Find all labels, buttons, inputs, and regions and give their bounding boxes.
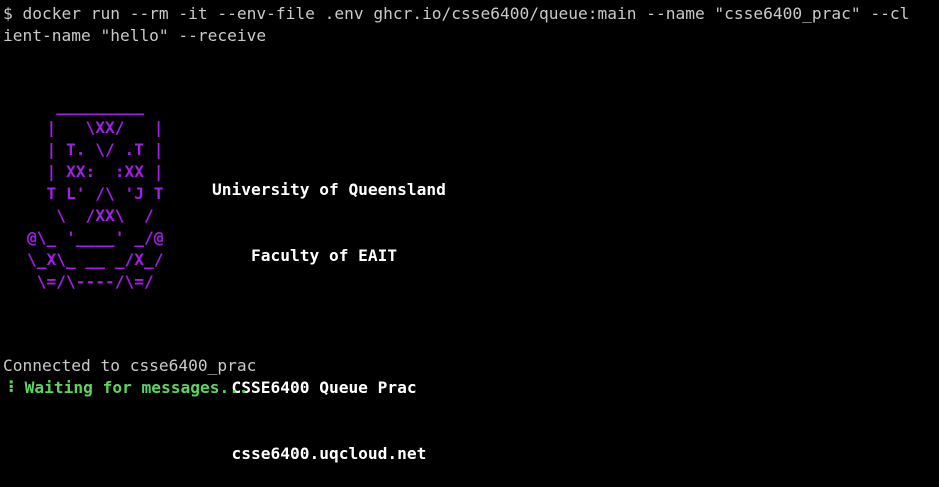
faculty-name: Faculty of EAIT bbox=[212, 246, 398, 265]
logo-line: _________ bbox=[27, 96, 144, 115]
logo-line: @\_ '____' _/@ bbox=[27, 228, 164, 247]
spinner-icon: ⠸ bbox=[3, 378, 15, 397]
uq-ascii-logo: _________ | \XX/ | | T. \/ .T | | XX: :X… bbox=[27, 95, 163, 293]
university-name: University of Queensland bbox=[212, 180, 446, 199]
waiting-status: ⠸ Waiting for messages... bbox=[3, 377, 249, 399]
command-line: $ docker run --rm -it --env-file .env gh… bbox=[3, 4, 910, 23]
logo-line: | \XX/ | bbox=[27, 118, 164, 137]
logo-line: \=/\----/\=/ bbox=[27, 272, 154, 291]
logo-line: T L' /\ 'J T bbox=[27, 184, 164, 203]
command-line-wrap: ient-name "hello" --receive bbox=[3, 26, 267, 45]
connection-status: Connected to csse6400_prac bbox=[3, 356, 257, 375]
logo-line: | T. \/ .T | bbox=[27, 140, 164, 159]
logo-line: \_X\_ __ _/X_/ bbox=[27, 250, 164, 269]
host-name: csse6400.uqcloud.net bbox=[212, 444, 427, 463]
logo-line: | XX: :XX | bbox=[27, 162, 164, 181]
logo-line: \ /XX\ / bbox=[27, 206, 154, 225]
course-info: University of Queensland Faculty of EAIT… bbox=[212, 135, 446, 487]
waiting-text: Waiting for messages... bbox=[24, 378, 249, 397]
